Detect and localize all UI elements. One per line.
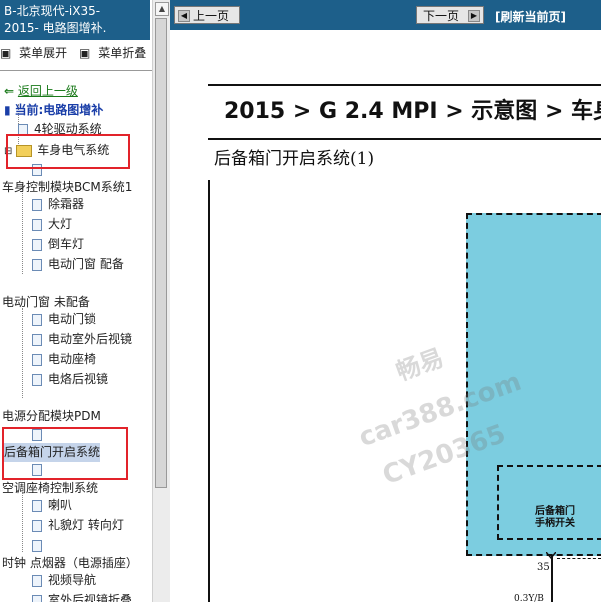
document-icon [32, 539, 42, 552]
tree-item-reverse-lamp[interactable]: 倒车灯 [32, 235, 84, 254]
next-page-button[interactable]: 下一页 ▶ [416, 6, 484, 24]
pin-number: 35 [537, 562, 550, 573]
breadcrumb-text: 2015 > G 2.4 MPI > 示意图 > 车身 [224, 99, 601, 124]
switch-label: 后备箱门 手柄开关 [510, 506, 600, 530]
tree-item-power-seat[interactable]: 电动座椅 [32, 350, 96, 369]
tree-item-label: 时钟 点烟器（电源插座） [2, 556, 138, 570]
sidebar-menu: B-北京现代-iX35- 2015- 电路图增补. ▣ 菜单展开 ▣ 菜单折叠 … [0, 0, 152, 602]
diagram-title: 后备箱门开启系统(1) [208, 138, 601, 182]
tree-item-label: 喇叭 [48, 498, 73, 512]
tree-line [22, 184, 23, 274]
next-page-label: 下一页 [423, 9, 460, 23]
document-icon [32, 594, 42, 602]
menu-expand-button[interactable]: ▣ 菜单展开 [0, 46, 71, 60]
tree-item-pdm[interactable]: 电源分配模块PDM [2, 407, 101, 426]
tree-item-power-mirror[interactable]: 电动室外后视镜 [32, 330, 132, 349]
tree-item-label: 电动座椅 [48, 352, 97, 366]
tree-line [22, 308, 23, 398]
tree-item-label: 车身控制模块BCM系统1 [2, 180, 133, 194]
back-arrow-icon: ⇐ [4, 84, 15, 98]
prev-page-label: 上一页 [193, 9, 230, 23]
scroll-up-arrow-icon[interactable]: ▲ [155, 2, 169, 16]
document-icon [32, 353, 42, 366]
current-location-label: 当前:电路图增补 [14, 103, 104, 117]
document-icon [32, 574, 42, 587]
back-link[interactable]: ⇐ 返回上一级 [4, 82, 78, 101]
arrow-right-icon: ▶ [468, 10, 480, 22]
tree-line [22, 492, 23, 552]
sidebar-title-line2: 2015- 电路图增补. [4, 21, 107, 35]
sidebar-title: B-北京现代-iX35- 2015- 电路图增补. [0, 0, 150, 40]
document-icon [32, 258, 42, 271]
sidebar-scrollbar[interactable]: ▲ [152, 0, 170, 602]
document-icon [32, 313, 42, 326]
tree-item-label: 室外后视镜折叠 [48, 593, 133, 602]
document-icon [32, 238, 42, 251]
tree-item-label: 电动门锁 [48, 312, 97, 326]
tree-item-label: 除霜器 [48, 197, 85, 211]
tree-item-courtesy-turn-lamp[interactable]: 礼貌灯 转向灯 [32, 516, 124, 535]
document-icon [32, 218, 42, 231]
dashed-line [557, 558, 601, 559]
divider [0, 70, 152, 71]
tree-item-mirror-folding[interactable]: 室外后视镜折叠 [32, 591, 132, 602]
tree-item-headlamp[interactable]: 大灯 [32, 215, 72, 234]
breadcrumb: 2015 > G 2.4 MPI > 示意图 > 车身 [208, 84, 601, 140]
tree-item-video-navigation[interactable]: 视频导航 [32, 571, 96, 590]
document-icon [32, 499, 42, 512]
highlight-box-tailgate [2, 427, 128, 480]
tree-item-heated-mirror[interactable]: 电烙后视镜 [32, 370, 108, 389]
sidebar-title-line1: B-北京现代-iX35- [4, 4, 101, 18]
tree-item-defroster[interactable]: 除霜器 [32, 195, 84, 214]
tree-item-label: 电动门窗 未配备 [2, 295, 90, 309]
document-icon [32, 519, 42, 532]
switch-label-line1: 后备箱门 [535, 506, 575, 517]
tree-item-label: 电动门窗 配备 [48, 257, 124, 271]
tree-item-label: 电烙后视镜 [48, 372, 109, 386]
document-icon [32, 333, 42, 346]
tree-item-label: 视频导航 [48, 573, 97, 587]
menu-collapse-label: 菜单折叠 [98, 46, 147, 60]
square-icon: ▣ [79, 46, 91, 60]
current-location: ▮ 当前:电路图增补 [4, 101, 103, 120]
diagram-title-text: 后备箱门开启系统(1) [214, 149, 375, 169]
arrow-left-icon: ◀ [178, 10, 190, 22]
tree-item-power-window-equipped[interactable]: 电动门窗 配备 [32, 255, 124, 274]
tree-item-horn[interactable]: 喇叭 [32, 496, 72, 515]
wire-code: 0.3Y/B [514, 594, 544, 604]
refresh-page-link[interactable]: [刷新当前页] [495, 8, 566, 25]
switch-label-line2: 手柄开关 [535, 518, 575, 529]
wire-line [551, 556, 553, 602]
tree-item-label: 电动室外后视镜 [48, 332, 133, 346]
tree-item-label: 大灯 [48, 217, 73, 231]
scrollbar-thumb[interactable] [155, 18, 167, 488]
document-icon [32, 198, 42, 211]
square-icon: ▣ [0, 46, 12, 60]
database-icon: ▮ [4, 103, 11, 117]
prev-page-button[interactable]: ◀ 上一页 [174, 6, 240, 24]
tree-item-label: 倒车灯 [48, 237, 85, 251]
tree-item-label: 空调座椅控制系统 [2, 481, 99, 495]
back-link-label: 返回上一级 [17, 84, 78, 98]
tree-item-doc[interactable] [32, 536, 48, 555]
tree-item-label: 礼貌灯 转向灯 [48, 518, 124, 532]
menu-collapse-button[interactable]: ▣ 菜单折叠 [79, 46, 150, 60]
document-icon [32, 373, 42, 386]
tree-item-power-door-lock[interactable]: 电动门锁 [32, 310, 96, 329]
highlight-box-body-electrical [6, 134, 130, 169]
menu-controls: ▣ 菜单展开 ▣ 菜单折叠 [0, 44, 152, 61]
menu-expand-label: 菜单展开 [19, 46, 68, 60]
tree-item-label: 电源分配模块PDM [2, 409, 101, 423]
